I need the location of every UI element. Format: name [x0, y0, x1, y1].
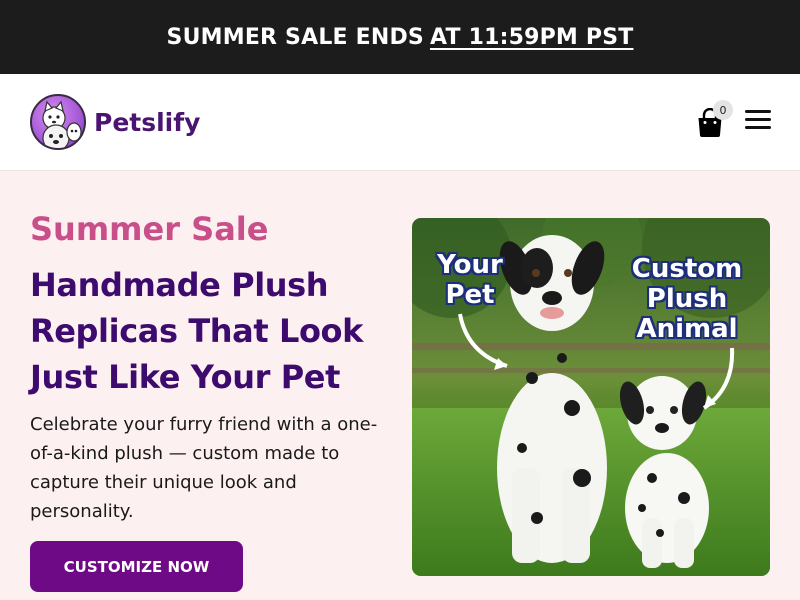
- hero-description: Celebrate your furry friend with a one-o…: [30, 414, 378, 522]
- label-custom-plush: Custom Plush Animal: [631, 254, 743, 344]
- hero-image-dog-and-plush: Your Pet Custom Plush Animal: [412, 218, 770, 576]
- label-your-pet: Your Pet: [437, 250, 503, 310]
- announcement-text: SUMMER SALE ENDS: [166, 24, 424, 50]
- brand-logo-link[interactable]: Petslify: [30, 94, 200, 150]
- pets-logo-icon: [30, 94, 86, 150]
- hero-title: Handmade Plush Replicas That Look Just L…: [30, 266, 364, 396]
- site-header: Petslify 0: [0, 74, 800, 171]
- cart-count-badge: 0: [713, 100, 733, 120]
- hero-kicker: Summer Sale: [30, 210, 269, 248]
- brand-name: Petslify: [94, 107, 201, 137]
- customize-now-button[interactable]: CUSTOMIZE NOW: [30, 541, 243, 592]
- hamburger-menu-icon[interactable]: [745, 110, 771, 132]
- announcement-time-link[interactable]: AT 11:59PM PST: [430, 25, 633, 50]
- announcement-bar: SUMMER SALE ENDS AT 11:59PM PST: [0, 0, 800, 74]
- cart-button[interactable]: 0: [697, 98, 735, 138]
